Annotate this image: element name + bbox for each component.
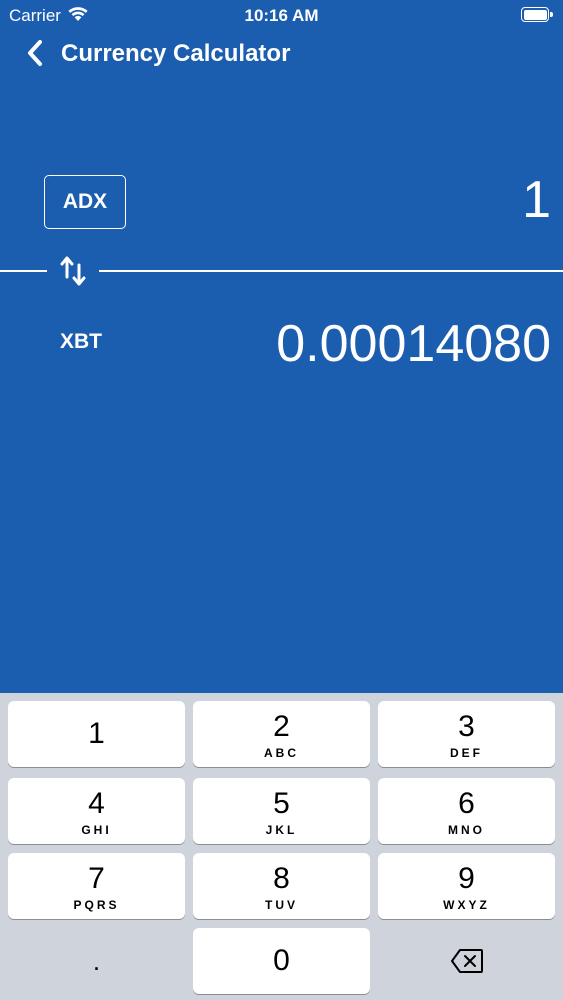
navigation-bar: Currency Calculator (0, 30, 563, 78)
status-bar: Carrier 10:16 AM (0, 0, 563, 30)
key-letters: ABC (264, 746, 299, 760)
to-amount-value: 0.00014080 (276, 315, 551, 373)
key-letters: PQRS (73, 898, 120, 912)
key-letters: JKL (265, 823, 298, 837)
key-9[interactable]: 9 WXYZ (378, 853, 555, 919)
from-amount-input[interactable]: 1 (522, 170, 551, 230)
delete-key[interactable] (378, 928, 555, 994)
key-digit: 4 (88, 787, 105, 820)
backspace-icon (450, 949, 483, 973)
key-digit: . (92, 946, 101, 976)
back-button[interactable] (22, 38, 52, 68)
status-time: 10:16 AM (244, 6, 319, 25)
from-currency-button[interactable]: ADX (44, 175, 126, 229)
key-8[interactable]: 8 TUV (193, 853, 370, 919)
key-letters: WXYZ (443, 898, 490, 912)
key-1[interactable]: 1 (8, 701, 185, 767)
key-6[interactable]: 6 MNO (378, 778, 555, 844)
key-4[interactable]: 4 GHI (8, 778, 185, 844)
chevron-left-icon (28, 40, 42, 66)
key-2[interactable]: 2 ABC (193, 701, 370, 767)
page-title: Currency Calculator (61, 40, 291, 67)
key-digit: 2 (273, 710, 290, 743)
converter-screen: Carrier 10:16 AM Currency Calculator ADX… (0, 0, 563, 693)
key-digit: 3 (458, 710, 475, 743)
to-currency-label[interactable]: XBT (60, 330, 102, 354)
key-3[interactable]: 3 DEF (378, 701, 555, 767)
key-letters: GHI (81, 823, 112, 837)
key-letters: DEF (450, 746, 483, 760)
key-letters: MNO (448, 823, 485, 837)
key-5[interactable]: 5 JKL (193, 778, 370, 844)
key-digit: 5 (273, 787, 290, 820)
swap-currencies-button[interactable] (47, 250, 99, 292)
key-decimal[interactable]: . (8, 928, 185, 994)
swap-vertical-arrows-icon (60, 256, 86, 286)
key-digit: 6 (458, 787, 475, 820)
key-7[interactable]: 7 PQRS (8, 853, 185, 919)
key-0[interactable]: 0 (193, 928, 370, 994)
numeric-keypad: 1 2 ABC 3 DEF 4 GHI 5 JKL 6 MNO 7 PQRS 8… (0, 693, 563, 1000)
key-letters: TUV (265, 898, 298, 912)
key-digit: 0 (273, 944, 290, 977)
key-digit: 1 (88, 717, 105, 750)
key-digit: 9 (458, 862, 475, 895)
battery-icon (521, 7, 553, 22)
key-digit: 7 (88, 862, 105, 895)
key-digit: 8 (273, 862, 290, 895)
